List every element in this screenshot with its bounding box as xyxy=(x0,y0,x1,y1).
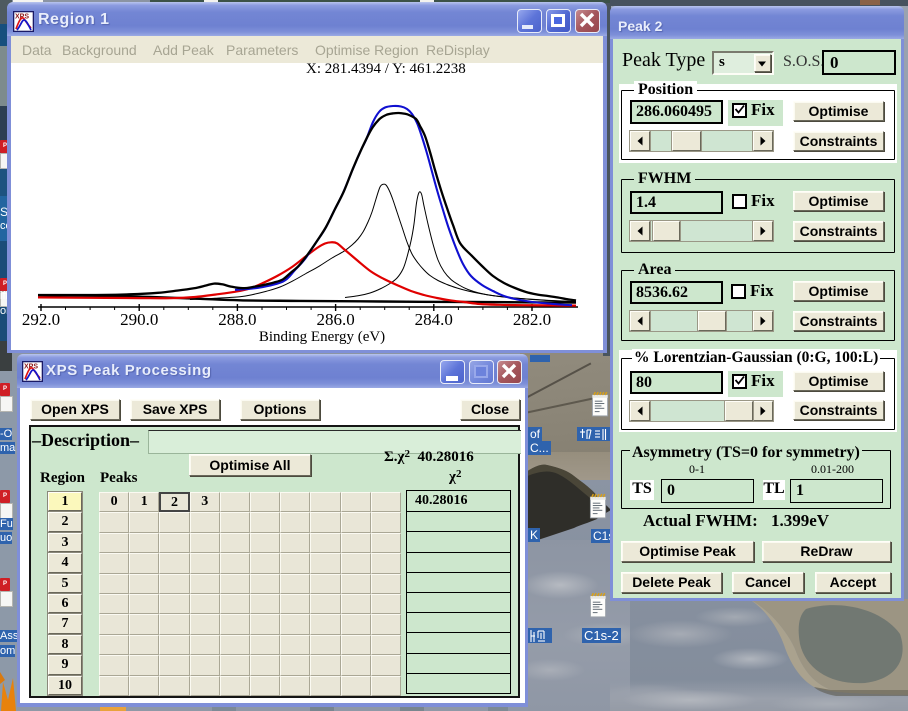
svg-text:282.0: 282.0 xyxy=(513,310,551,329)
svg-text:290.0: 290.0 xyxy=(120,310,158,329)
svg-text:XPS: XPS xyxy=(24,364,38,371)
svg-text:288.0: 288.0 xyxy=(218,310,256,329)
svg-text:Binding Energy (eV): Binding Energy (eV) xyxy=(259,329,385,345)
svg-text:286.0: 286.0 xyxy=(316,310,354,329)
svg-text:XPS: XPS xyxy=(15,14,29,21)
svg-text:292.0: 292.0 xyxy=(22,310,60,329)
svg-text:284.0: 284.0 xyxy=(415,310,453,329)
